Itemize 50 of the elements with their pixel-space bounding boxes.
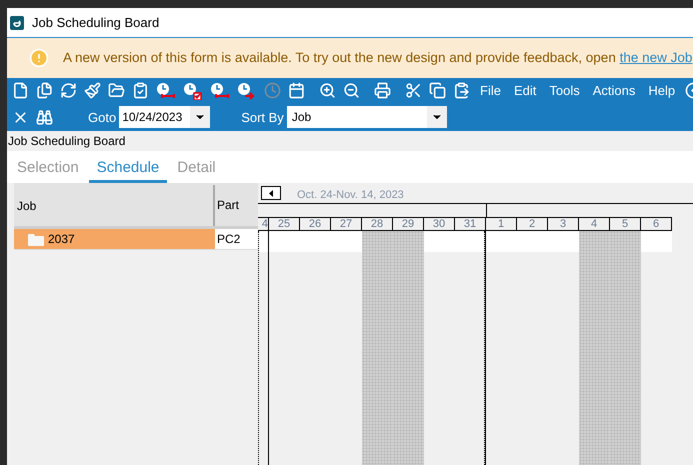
- refresh-icon[interactable]: [60, 82, 77, 99]
- zoom-in-icon[interactable]: [319, 82, 336, 99]
- scroll-left-button[interactable]: [261, 186, 281, 200]
- row-band: [424, 231, 455, 252]
- form-title: Job Scheduling Board: [8, 133, 126, 150]
- sort-by-field[interactable]: Job: [286, 106, 447, 128]
- window-title: Job Scheduling Board: [32, 14, 160, 32]
- row-band: [548, 231, 579, 252]
- new-file-icon[interactable]: [12, 82, 29, 99]
- menu-item[interactable]: File: [477, 80, 504, 100]
- table-cell: PC2: [215, 229, 258, 249]
- row-band: [641, 231, 672, 252]
- clock-arrow-icon[interactable]: [237, 82, 257, 100]
- paste-icon[interactable]: [453, 82, 470, 99]
- brush-icon[interactable]: [84, 82, 101, 99]
- print-icon[interactable]: [374, 82, 391, 99]
- left-triangle-icon: [269, 190, 273, 196]
- row-band: [455, 231, 484, 252]
- menu-item[interactable]: Actions: [590, 80, 638, 100]
- clock-bar-icon[interactable]: [156, 82, 176, 100]
- clipboard-check-icon[interactable]: [132, 82, 149, 99]
- app-logo-icon: [10, 16, 24, 30]
- folder-icon[interactable]: [108, 82, 125, 99]
- copy-icon[interactable]: [429, 82, 446, 99]
- column-header[interactable]: Part: [215, 183, 258, 226]
- job-number: 2037: [48, 231, 75, 248]
- clock-check-icon[interactable]: [183, 82, 203, 100]
- clock-bar-icon[interactable]: [210, 82, 230, 100]
- column-header[interactable]: Job: [14, 185, 215, 226]
- tab[interactable]: Selection: [17, 156, 79, 183]
- cut-icon[interactable]: [405, 82, 422, 99]
- new-form-link[interactable]: the new Job: [620, 50, 692, 65]
- tab[interactable]: Detail: [177, 156, 216, 183]
- menu-item[interactable]: Help: [645, 80, 678, 100]
- binoculars-icon[interactable]: [36, 108, 53, 126]
- menu-item[interactable]: Edit: [510, 80, 540, 100]
- banner-message: A new version of this form is available. To try out the new design and provide feedback, open the new Job: [63, 48, 692, 67]
- goto-date-field[interactable]: 10/24/2023: [119, 106, 210, 128]
- folder-icon: [28, 232, 44, 246]
- documents-icon[interactable]: [36, 82, 53, 99]
- sort-by-label: Sort By: [241, 108, 284, 127]
- calendar-icon[interactable]: [288, 82, 305, 99]
- zoom-out-icon[interactable]: [343, 82, 360, 99]
- row-band: [331, 231, 362, 252]
- menu-item[interactable]: Tools: [546, 80, 583, 100]
- date-range: Oct. 24-Nov. 14, 2023: [297, 188, 404, 203]
- warning-icon: [29, 48, 49, 68]
- table-cell[interactable]: 2037: [14, 229, 215, 249]
- row-band: [486, 231, 517, 252]
- goto-label: Goto: [88, 108, 116, 126]
